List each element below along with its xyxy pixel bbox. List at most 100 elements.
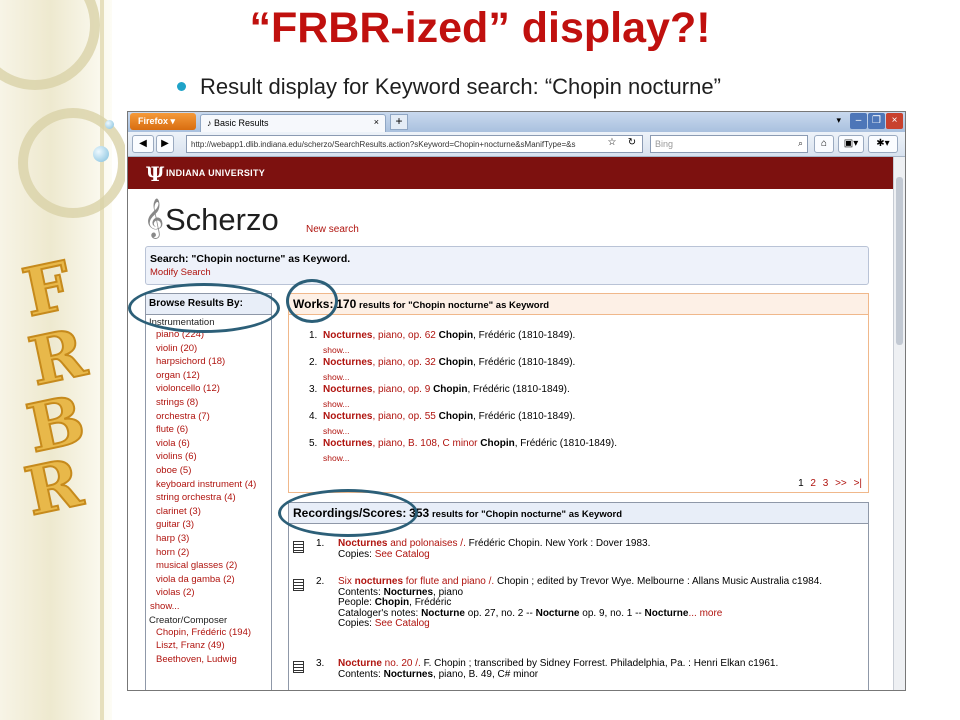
facet-item-link[interactable]: violins (6)	[146, 450, 271, 464]
work-title-link[interactable]: Nocturnes, piano, op. 62	[323, 330, 436, 341]
page-3-link[interactable]: 3	[823, 478, 829, 489]
works-count: 170	[336, 297, 357, 311]
work-title-link[interactable]: Nocturnes, piano, B. 108, C minor	[323, 438, 478, 449]
work-title-link[interactable]: Nocturnes, piano, op. 9	[323, 384, 430, 395]
facet-item-link[interactable]: harpsichord (18)	[146, 355, 271, 369]
search-icon[interactable]: ⌕	[798, 138, 803, 149]
maximize-icon[interactable]: ❐	[868, 113, 885, 129]
see-catalog-link[interactable]: See Catalog	[375, 549, 430, 560]
iu-name: INDIANA UNIVERSITY	[166, 168, 266, 178]
work-number: 4.	[309, 411, 318, 422]
score-document-icon	[293, 661, 304, 673]
search-bar[interactable]: Bing ⌕	[650, 135, 808, 153]
navigation-bar: ◀ ▶ http://webapp1.dlib.indiana.edu/sche…	[128, 132, 905, 157]
record-title-link[interactable]: Six nocturnes for flute and piano /.	[338, 576, 494, 587]
facet-item-link[interactable]: violas (2)	[146, 586, 271, 600]
facet-item-link[interactable]: Chopin, Frédéric (194)	[146, 626, 271, 640]
record-citation: F. Chopin ; transcribed by Sidney Forres…	[420, 658, 779, 669]
work-show-link[interactable]: show...	[323, 372, 349, 382]
facet-item-link[interactable]: guitar (3)	[146, 518, 271, 532]
work-show-link[interactable]: show...	[323, 399, 349, 409]
tab-title: Basic Results	[214, 118, 269, 128]
work-title-keyword: Nocturnes	[323, 357, 373, 368]
record-title-rest: and polonaises /.	[387, 538, 466, 549]
facet-item-link[interactable]: clarinet (3)	[146, 505, 271, 519]
reload-icon[interactable]: ↻	[624, 135, 640, 153]
address-bar[interactable]: http://webapp1.dlib.indiana.edu/scherzo/…	[186, 135, 643, 153]
modify-search-link[interactable]: Modify Search	[150, 267, 864, 278]
work-show-link[interactable]: show...	[323, 345, 349, 355]
next-page-link[interactable]: >>	[835, 478, 847, 489]
work-title-detail: , piano, op. 9	[372, 384, 431, 395]
facet-item-link[interactable]: musical glasses (2)	[146, 559, 271, 573]
work-composer: Chopin	[433, 384, 468, 395]
work-show-link[interactable]: show...	[323, 426, 349, 436]
page-menu-button[interactable]: ▣▾	[838, 135, 864, 153]
browse-facets-panel: Browse Results By: Instrumentation piano…	[145, 293, 272, 690]
facet-item-link[interactable]: violin (20)	[146, 342, 271, 356]
record-title-keyword: nocturnes	[354, 576, 404, 587]
record-number: 1.	[316, 538, 325, 549]
facet-item-link[interactable]: organ (12)	[146, 369, 271, 383]
home-button[interactable]: ⌂	[814, 135, 834, 153]
record-title-keyword: Nocturnes	[338, 538, 388, 549]
facet-item-link[interactable]: orchestra (7)	[146, 410, 271, 424]
facet-item-link[interactable]: Liszt, Franz (49)	[146, 639, 271, 653]
record-title-link[interactable]: Nocturnes and polonaises /.	[338, 538, 466, 549]
contents-keyword: Nocturnes	[383, 668, 434, 680]
score-document-icon	[293, 579, 304, 591]
record-title-link[interactable]: Nocturne no. 20 /.	[338, 658, 421, 669]
bookmark-star-icon[interactable]: ☆	[604, 135, 620, 153]
record-title-keyword: Nocturne	[338, 658, 382, 669]
page-2-link[interactable]: 2	[810, 478, 816, 489]
work-title-link[interactable]: Nocturnes, piano, op. 55	[323, 411, 436, 422]
close-window-icon[interactable]: ×	[886, 113, 903, 129]
facet-item-link[interactable]: flute (6)	[146, 423, 271, 437]
work-composer-dates: , Frédéric (1810-1849).	[514, 438, 618, 449]
close-tab-icon[interactable]: ×	[374, 117, 379, 127]
facet-item-link[interactable]: strings (8)	[146, 396, 271, 410]
work-composer-dates: , Frédéric (1810-1849).	[473, 330, 576, 341]
more-link[interactable]: ... more	[688, 608, 722, 619]
facet-show-more-link[interactable]: show...	[146, 600, 271, 613]
work-composer-dates: , Frédéric (1810-1849).	[473, 357, 576, 368]
notes-text: op. 27, no. 2 --	[464, 607, 536, 619]
work-row: 3. Nocturnes, piano, op. 9 Chopin, Frédér…	[309, 384, 570, 395]
facet-item-link[interactable]: oboe (5)	[146, 464, 271, 478]
vertical-scrollbar[interactable]	[893, 157, 905, 690]
new-tab-button[interactable]: +	[390, 114, 408, 130]
work-title-keyword: Nocturnes	[323, 438, 373, 449]
score-document-icon	[293, 541, 304, 553]
scherzo-wordmark: Scherzo	[165, 202, 279, 237]
last-page-link[interactable]: >|	[854, 478, 862, 489]
annotation-circle-works	[286, 279, 338, 323]
back-button[interactable]: ◀	[132, 135, 154, 153]
facet-item-link[interactable]: harp (3)	[146, 532, 271, 546]
work-title-detail: , piano, B. 108, C minor	[372, 438, 478, 449]
work-title-link[interactable]: Nocturnes, piano, op. 32	[323, 357, 436, 368]
facet-item-link[interactable]: violoncello (12)	[146, 382, 271, 396]
facet-item-link[interactable]: string orchestra (4)	[146, 491, 271, 505]
facet-item-link[interactable]: keyboard instrument (4)	[146, 478, 271, 492]
list-tabs-icon[interactable]: ▾	[836, 115, 841, 126]
see-catalog-link[interactable]: See Catalog	[375, 618, 430, 629]
work-show-link[interactable]: show...	[323, 453, 349, 463]
work-number: 3.	[309, 384, 318, 395]
tab-basic-results[interactable]: ♪ Basic Results ×	[200, 114, 386, 132]
firefox-menu-button[interactable]: Firefox ▾	[130, 113, 196, 130]
work-composer: Chopin	[480, 438, 515, 449]
notes-label: Cataloger's notes:	[338, 607, 422, 619]
minimize-icon[interactable]: –	[850, 113, 867, 129]
facet-item-link[interactable]: Beethoven, Ludwig	[146, 653, 271, 667]
new-search-link[interactable]: New search	[306, 224, 359, 235]
work-number: 1.	[309, 330, 318, 341]
page-icon: ♪	[207, 118, 215, 128]
record-citation: Chopin ; edited by Trevor Wye. Melbourne…	[494, 576, 823, 587]
tools-menu-button[interactable]: ✱▾	[868, 135, 898, 153]
record-number: 3.	[316, 658, 325, 669]
forward-button[interactable]: ▶	[156, 135, 174, 153]
facet-item-link[interactable]: viola (6)	[146, 437, 271, 451]
slide-bullet: Result display for Keyword search: “Chop…	[177, 74, 721, 100]
facet-item-link[interactable]: horn (2)	[146, 546, 271, 560]
facet-item-link[interactable]: viola da gamba (2)	[146, 573, 271, 587]
